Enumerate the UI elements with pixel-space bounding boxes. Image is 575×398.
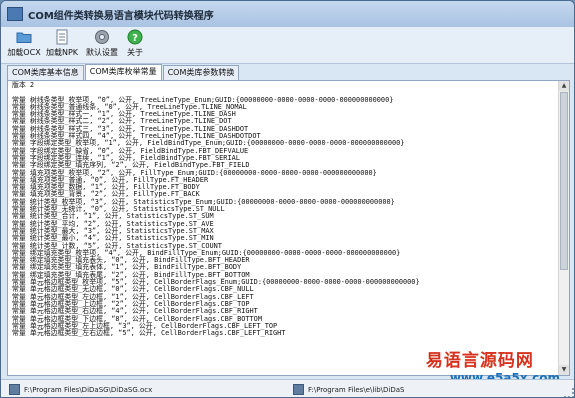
- default-settings-label: 默认设置: [86, 48, 118, 57]
- gear-icon: [95, 30, 109, 44]
- code-line: 版本 2: [12, 81, 35, 89]
- scroll-down-icon[interactable]: ▼: [559, 365, 569, 375]
- title-bar[interactable]: COM组件类转换易语言模块代码转换程序: [1, 1, 574, 27]
- status-left-path: F:\Program Files\DiDaSG\DiDaSG.ocx: [24, 385, 153, 394]
- load-ocx-label: 加载OCX: [7, 48, 41, 57]
- status-left: F:\Program Files\DiDaSG\DiDaSG.ocx: [9, 384, 152, 395]
- file-icon: [9, 384, 20, 395]
- tab-basic-info[interactable]: COM类库基本信息: [7, 65, 84, 80]
- code-editor[interactable]: 版本 2 常量 树线条类型_枚举项, “0”, 公开, TreeLineType…: [7, 80, 570, 376]
- status-right-path: F:\Program Files\e\lib\DiDaS: [308, 385, 405, 394]
- status-right: F:\Program Files\e\lib\DiDaS: [293, 384, 405, 395]
- load-npk-label: 加载NPK: [45, 48, 79, 57]
- library-icon: [293, 384, 304, 395]
- code-line: 常量 单元格边框类型_左右边框, “5”, 公开, CellBorderFlag…: [12, 329, 286, 338]
- about-button[interactable]: ? 关于: [123, 29, 147, 63]
- scrollbar-thumb[interactable]: [560, 92, 568, 270]
- load-ocx-button[interactable]: 加载OCX: [7, 29, 41, 63]
- toolbar: 加载OCX 加载NPK 默认设置 ? 关于: [1, 27, 574, 64]
- tab-param-conversion[interactable]: COM类库参数转换: [162, 65, 240, 80]
- main-window: COM组件类转换易语言模块代码转换程序 加载OCX 加载NPK 默认设置 ? 关…: [0, 0, 575, 398]
- window-title: COM组件类转换易语言模块代码转换程序: [28, 10, 214, 22]
- svg-text:?: ?: [132, 33, 138, 44]
- status-bar: F:\Program Files\DiDaSG\DiDaSG.ocx F:\Pr…: [1, 379, 574, 397]
- load-npk-button[interactable]: 加载NPK: [45, 29, 79, 63]
- folder-icon: [16, 32, 32, 43]
- document-icon: [56, 29, 68, 45]
- default-settings-button[interactable]: 默认设置: [83, 29, 121, 63]
- tab-enum-constants[interactable]: COM类库枚举常量: [84, 64, 162, 80]
- app-icon: [7, 7, 23, 21]
- vertical-scrollbar[interactable]: ▲ ▼: [558, 81, 569, 375]
- scroll-up-icon[interactable]: ▲: [559, 81, 569, 91]
- help-icon: ?: [127, 29, 143, 45]
- about-label: 关于: [127, 48, 143, 57]
- resize-grip-icon[interactable]: [564, 388, 574, 397]
- tab-strip: COM类库基本信息 COM类库枚举常量 COM类库参数转换: [7, 64, 240, 80]
- code-lines: 版本 2 常量 树线条类型_枚举项, “0”, 公开, TreeLineType…: [12, 81, 558, 338]
